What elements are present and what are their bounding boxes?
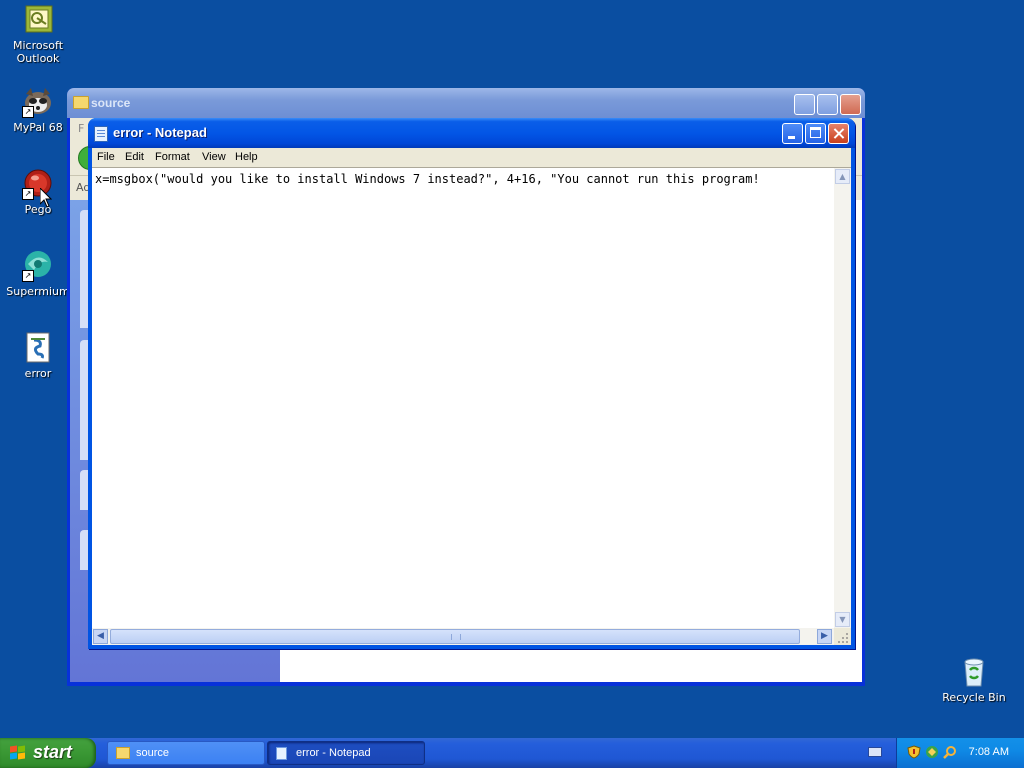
minimize-button[interactable] — [794, 94, 815, 115]
notepad-icon — [276, 747, 287, 760]
shortcut-arrow-icon: ↗ — [22, 188, 34, 200]
folder-icon — [116, 747, 130, 759]
scroll-thumb[interactable] — [110, 629, 800, 644]
desktop-icon-label: MyPal 68 — [13, 121, 63, 134]
scroll-down-button[interactable]: ▼ — [835, 612, 850, 627]
window-title: error - Notepad — [113, 125, 207, 140]
notepad-client: File Edit Format View Help x=msgbox("wou… — [92, 148, 851, 645]
taskbar-button-source[interactable]: source — [107, 741, 265, 765]
keyboard-icon[interactable] — [868, 747, 882, 757]
mouse-pointer-icon — [40, 188, 52, 208]
desktop-icon-recycle-bin[interactable]: Recycle Bin — [936, 656, 1012, 704]
taskbar: start source error - Notepad 7:08 AM — [0, 738, 1024, 768]
notepad-icon — [94, 126, 108, 142]
menu-item-format[interactable]: Format — [155, 151, 190, 163]
vertical-scrollbar[interactable]: ▲ ▼ — [834, 168, 851, 628]
menu-bar: File Edit Format View Help — [92, 148, 851, 167]
desktop-icon-pego[interactable]: ↗ Pego — [0, 168, 76, 216]
desktop-icon-label: Pego — [24, 203, 52, 216]
menu-item-file[interactable]: File — [97, 151, 115, 163]
maximize-button[interactable] — [805, 123, 826, 144]
taskbar-button-notepad[interactable]: error - Notepad — [267, 741, 425, 765]
recycle-bin-icon — [958, 656, 990, 688]
minimize-button[interactable] — [782, 123, 803, 144]
text-editor[interactable]: x=msgbox("would you like to install Wind… — [92, 167, 851, 645]
security-shield-icon[interactable] — [907, 745, 921, 759]
windows-logo-icon — [10, 745, 26, 760]
close-button[interactable] — [828, 123, 849, 144]
window-titlebar[interactable]: error - Notepad — [88, 118, 855, 148]
desktop-icon-outlook[interactable]: Microsoft Outlook — [0, 4, 76, 65]
window-title: source — [91, 96, 131, 110]
horizontal-scrollbar[interactable]: ◀ ▶ — [92, 628, 834, 645]
supermium-icon: ↗ — [22, 250, 54, 282]
outlook-icon — [22, 4, 54, 36]
desktop-icon-label: Supermium — [6, 285, 70, 298]
desktop-icon-label: Recycle Bin — [942, 691, 1006, 704]
system-clock[interactable]: 7:08 AM — [969, 746, 1009, 758]
notepad-window[interactable]: error - Notepad File Edit Format View He… — [88, 118, 855, 649]
menu-item-edit[interactable]: Edit — [125, 151, 144, 163]
mypal-icon: ↗ — [22, 86, 54, 118]
shortcut-arrow-icon: ↗ — [22, 270, 34, 282]
network-icon[interactable] — [925, 745, 939, 759]
desktop-icon-error[interactable]: error — [0, 332, 76, 380]
scroll-right-button[interactable]: ▶ — [817, 629, 832, 644]
desktop-icon-mypal[interactable]: ↗ MyPal 68 — [0, 86, 76, 134]
shortcut-arrow-icon: ↗ — [22, 106, 34, 118]
scroll-up-button[interactable]: ▲ — [835, 169, 850, 184]
desktop-icon-label: error — [24, 367, 52, 380]
editor-content[interactable]: x=msgbox("would you like to install Wind… — [95, 171, 830, 187]
taskbar-button-label: error - Notepad — [296, 747, 371, 759]
desktop-icon-supermium[interactable]: ↗ Supermium — [0, 250, 76, 298]
maximize-button[interactable] — [817, 94, 838, 115]
start-label: start — [33, 742, 73, 762]
desktop-icon-label: Microsoft Outlook — [12, 39, 64, 65]
system-tray: 7:08 AM — [896, 738, 1024, 768]
scroll-left-button[interactable]: ◀ — [93, 629, 108, 644]
window-titlebar[interactable]: source — [67, 88, 865, 118]
menu-item-file[interactable]: F — [78, 122, 84, 135]
script-file-icon — [22, 332, 54, 364]
taskbar-button-label: source — [136, 747, 170, 759]
close-button[interactable] — [840, 94, 861, 115]
resize-grip[interactable] — [834, 628, 851, 645]
menu-item-help[interactable]: Help — [235, 151, 258, 163]
menu-item-view[interactable]: View — [202, 151, 226, 163]
folder-icon — [73, 96, 89, 109]
search-icon[interactable] — [943, 745, 957, 759]
start-button[interactable]: start — [0, 738, 96, 768]
